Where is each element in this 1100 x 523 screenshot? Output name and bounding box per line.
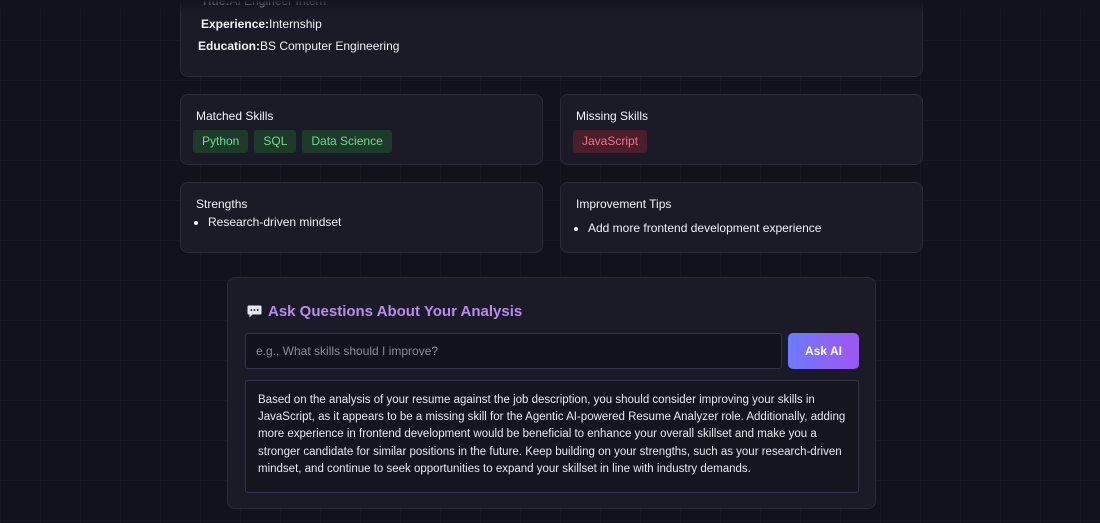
strengths-card: Strengths Research-driven mindset [180,182,543,253]
list-item: Add more frontend development experience [588,221,821,235]
improvement-tips-list: Add more frontend development experience [588,221,821,235]
title-label: Title: [201,0,230,8]
missing-skill-tag: JavaScript [573,130,648,153]
title-value: AI Engineer Intern [229,0,327,8]
ask-ai-button[interactable]: Ask AI [788,333,859,369]
missing-skills-card: Missing Skills JavaScript [560,94,923,165]
improvement-tips-card: Improvement Tips Add more frontend devel… [560,182,923,253]
education-row: Education:BS Computer Engineering [198,39,399,53]
experience-label: Experience: [201,17,270,31]
speech-bubble-icon [247,305,262,318]
strengths-list: Research-driven mindset [208,215,341,229]
ask-questions-panel: Ask Questions About Your Analysis Ask AI… [227,277,876,509]
missing-skills-heading: Missing Skills [576,109,649,123]
experience-row: Experience:Internship [201,17,322,31]
experience-value: Internship [269,17,322,31]
list-item: Research-driven mindset [208,215,341,229]
title-row: Title:AI Engineer Intern [201,0,326,8]
education-value: BS Computer Engineering [260,39,400,53]
ask-heading-text: Ask Questions About Your Analysis [268,303,523,320]
education-label: Education: [198,39,260,53]
skill-tag: Data Science [302,130,392,153]
matched-skills-tags: Python SQL Data Science [193,130,392,153]
skill-tag: SQL [254,130,297,153]
ai-answer-text: Based on the analysis of your resume aga… [245,380,859,493]
ask-heading: Ask Questions About Your Analysis [247,303,522,320]
strengths-heading: Strengths [196,197,248,211]
matched-skills-heading: Matched Skills [196,109,274,123]
missing-skills-tags: JavaScript [573,130,648,153]
question-input[interactable] [245,333,782,369]
profile-card: Title:AI Engineer Intern Experience:Inte… [180,0,923,77]
matched-skills-card: Matched Skills Python SQL Data Science [180,94,543,165]
skill-tag: Python [193,130,249,153]
improvement-tips-heading: Improvement Tips [576,197,672,211]
